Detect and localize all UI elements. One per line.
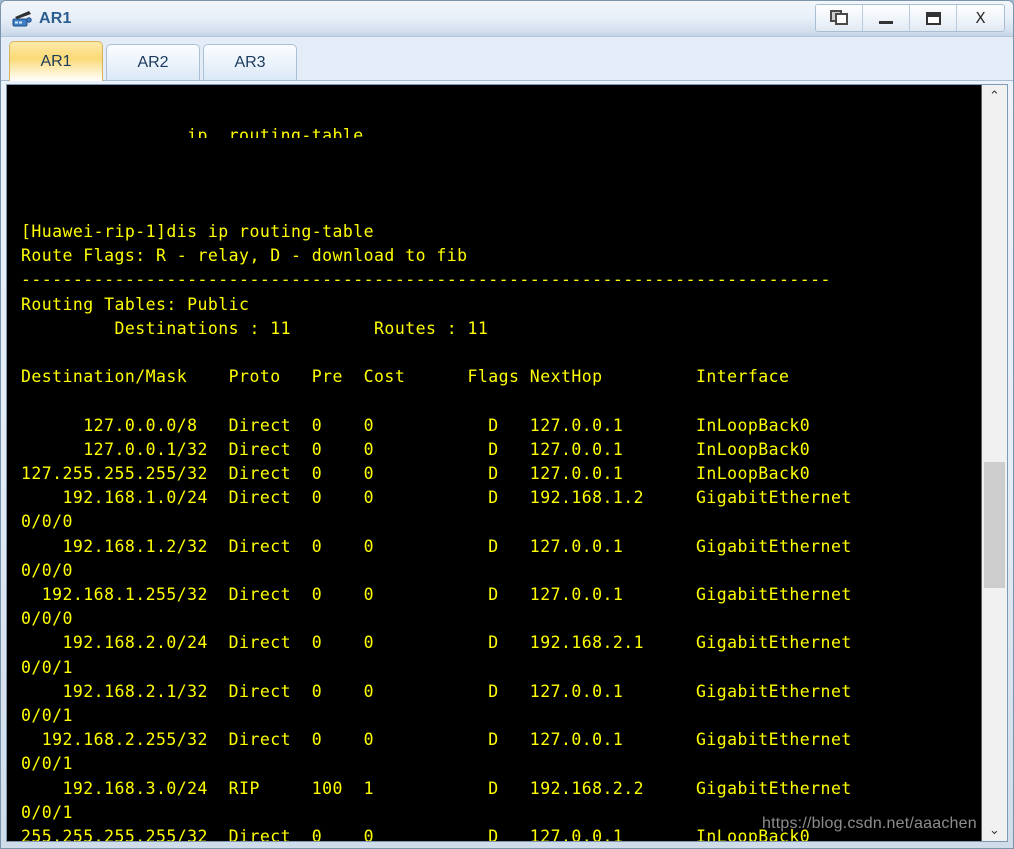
terminal-line: 192.168.2.0/24 Direct 0 0 D 192.168.2.1 … [21, 633, 852, 653]
terminal-line: ----------------------------------------… [21, 270, 831, 290]
scroll-down-button[interactable]: ⌄ [982, 819, 1007, 841]
console-area: ip routing-table [Huawei-rip-1]dis ip ro… [6, 84, 1008, 842]
vertical-scrollbar[interactable]: ⌃ ⌄ [981, 85, 1007, 841]
terminal-line: 192.168.2.1/32 Direct 0 0 D 127.0.0.1 Gi… [21, 681, 852, 701]
title-bar: AR1 X [1, 1, 1013, 37]
terminal-line: 0/0/0 [21, 512, 73, 532]
terminal-line: 0/0/1 [21, 657, 73, 677]
terminal-line: Route Flags: R - relay, D - download to … [21, 246, 468, 266]
terminal-line: 0/0/1 [21, 754, 73, 774]
terminal-line: 0/0/1 [21, 706, 73, 726]
terminal-line: 192.168.1.255/32 Direct 0 0 D 127.0.0.1 … [21, 585, 852, 605]
terminal-line: 192.168.2.255/32 Direct 0 0 D 127.0.0.1 … [21, 730, 852, 750]
terminal-line: 192.168.1.0/24 Direct 0 0 D 192.168.1.2 … [21, 488, 852, 508]
terminal-lines: [Huawei-rip-1]dis ip routing-table Route … [21, 196, 981, 841]
maximize-button[interactable] [910, 5, 957, 31]
maximize-icon [925, 11, 941, 25]
terminal-line: Destinations : 11 Routes : 11 [21, 318, 489, 338]
tab-ar1[interactable]: AR1 [9, 41, 103, 81]
minimize-button[interactable] [863, 5, 910, 31]
tab-ar2-label: AR2 [137, 53, 169, 71]
terminal-line: [Huawei-rip-1]dis ip routing-table [21, 222, 375, 241]
terminal-line: 127.0.0.1/32 Direct 0 0 D 127.0.0.1 InLo… [21, 439, 811, 459]
scrollbar-thumb[interactable] [984, 462, 1005, 588]
terminal-line: 192.168.3.0/24 RIP 100 1 D 192.168.2.2 G… [21, 778, 852, 798]
terminal-clipped-line: ip routing-table [21, 126, 364, 139]
terminal-line: 0/0/0 [21, 560, 73, 580]
chevron-down-icon: ⌄ [989, 822, 1000, 838]
tab-ar2[interactable]: AR2 [106, 44, 200, 80]
terminal-output[interactable]: ip routing-table [Huawei-rip-1]dis ip ro… [7, 85, 981, 841]
cascade-button[interactable] [816, 5, 863, 31]
tab-strip: AR1 AR2 AR3 [1, 37, 1013, 81]
terminal-line: Destination/Mask Proto Pre Cost Flags Ne… [21, 367, 790, 387]
cascade-icon [829, 10, 849, 26]
scroll-up-button[interactable]: ⌃ [982, 85, 1007, 107]
terminal-line: 192.168.1.2/32 Direct 0 0 D 127.0.0.1 Gi… [21, 536, 852, 556]
close-icon: X [975, 8, 986, 27]
tab-ar3-label: AR3 [234, 53, 266, 71]
terminal-line: 127.0.0.0/8 Direct 0 0 D 127.0.0.1 InLoo… [21, 415, 811, 435]
chevron-up-icon: ⌃ [989, 88, 1000, 104]
terminal-line: 0/0/1 [21, 802, 73, 822]
emulator-window: AR1 X AR1 AR2 AR3 ip routing-table [Huaw… [0, 0, 1014, 849]
close-button[interactable]: X [957, 5, 1004, 31]
terminal-line: Routing Tables: Public [21, 294, 250, 314]
window-controls: X [815, 4, 1005, 32]
terminal-line: 255.255.255.255/32 Direct 0 0 D 127.0.0.… [21, 827, 811, 841]
router-icon [11, 8, 33, 30]
terminal-line: 127.255.255.255/32 Direct 0 0 D 127.0.0.… [21, 464, 811, 483]
tab-ar3[interactable]: AR3 [203, 44, 297, 80]
scrollbar-track[interactable] [982, 107, 1007, 819]
minimize-icon [879, 21, 893, 24]
terminal-line: 0/0/0 [21, 609, 73, 629]
tab-ar1-label: AR1 [40, 52, 72, 70]
window-title: AR1 [39, 9, 72, 27]
